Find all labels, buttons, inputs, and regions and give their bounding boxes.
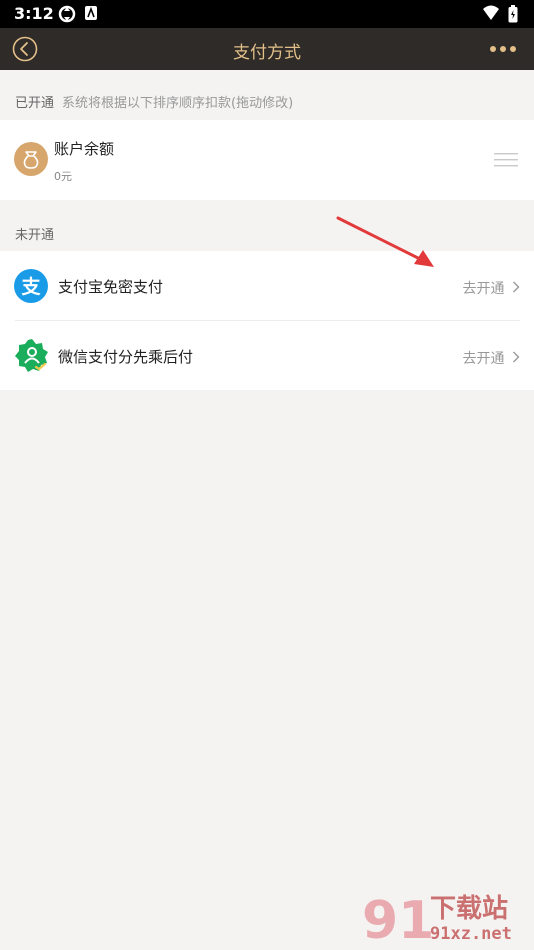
chevron-right-icon (513, 351, 520, 363)
enabled-section-title: 已开通 (15, 96, 55, 111)
balance-amount: 0元 (54, 170, 72, 183)
sync-icon (58, 5, 76, 23)
disabled-section-header: 未开通 (15, 224, 54, 243)
alipay-row[interactable]: 支 支付宝免密支付 去开通 (0, 251, 534, 321)
wechat-pay-label: 微信支付分先乘后付 (58, 348, 194, 366)
svg-text:91: 91 (362, 891, 432, 948)
page-title: 支付方式 (233, 43, 301, 63)
status-time: 3:12 (14, 4, 54, 23)
battery-icon (508, 5, 518, 23)
more-options-button[interactable] (486, 38, 520, 60)
watermark-logo-icon: 91 (362, 891, 432, 948)
alipay-action-text: 去开通 (462, 281, 505, 297)
wallet-bag-icon (14, 142, 48, 176)
balance-label: 账户余额 (54, 140, 115, 158)
wechat-pay-activate-link[interactable]: 去开通 (463, 348, 520, 368)
drag-handle-icon[interactable] (494, 152, 518, 168)
wifi-icon (483, 5, 499, 20)
watermark-text-bottom: 91xz.net (430, 924, 512, 944)
red-annotation-arrow (336, 216, 434, 267)
chevron-right-icon (513, 281, 520, 293)
balance-row[interactable]: 账户余额 0元 (0, 120, 534, 200)
watermark-text-top: 下载站 (430, 894, 509, 924)
watermark: 91 下载站 91xz.net (360, 888, 530, 948)
app-notification-icon (85, 6, 97, 20)
wechat-pay-action-text: 去开通 (462, 351, 505, 367)
wechat-pay-score-icon (15, 339, 48, 372)
wechat-pay-row[interactable]: 微信支付分先乘后付 去开通 (0, 321, 534, 390)
enabled-methods-card: 账户余额 0元 (0, 120, 534, 200)
alipay-icon: 支 (14, 269, 48, 303)
alipay-label: 支付宝免密支付 (58, 278, 164, 296)
disabled-section-title: 未开通 (15, 228, 55, 243)
svg-text:支: 支 (20, 276, 41, 298)
enabled-section-hint: 系统将根据以下排序顺序扣款(拖动修改) (62, 96, 294, 111)
app-bar: 支付方式 (0, 28, 534, 70)
disabled-methods-card: 支 支付宝免密支付 去开通 微信支付分先乘后付 去开通 (0, 251, 534, 390)
alipay-activate-link[interactable]: 去开通 (463, 278, 520, 298)
status-bar: 3:12 (0, 0, 534, 28)
enabled-section-header: 已开通 系统将根据以下排序顺序扣款(拖动修改) (15, 92, 293, 111)
